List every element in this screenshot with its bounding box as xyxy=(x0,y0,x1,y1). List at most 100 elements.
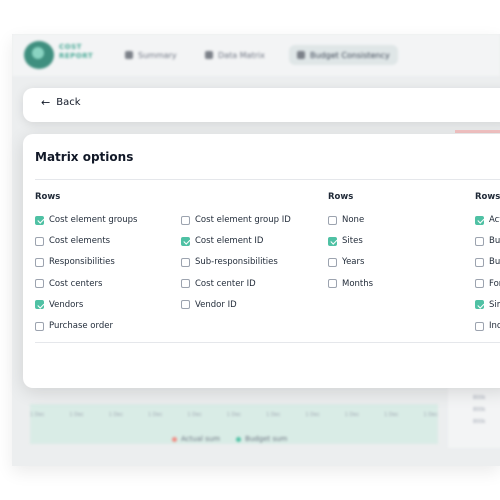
option-label: Bud xyxy=(489,236,500,247)
legend-actual-swatch xyxy=(172,436,177,442)
x-tick: 1 Dec xyxy=(187,412,202,418)
legend-actual-label: Actual sum xyxy=(181,435,221,443)
checkbox-inc[interactable] xyxy=(475,321,484,331)
logo-text: COST REPORT xyxy=(59,43,93,61)
option-label: Vendors xyxy=(49,299,84,310)
legend-budget-label: Budget sum xyxy=(245,435,288,443)
background-side-ticks: 800k 800k 800k xyxy=(473,392,485,428)
option-label: Responsibilities xyxy=(49,257,115,268)
option-cost-elements[interactable]: Cost elements xyxy=(35,236,110,246)
option-sub-responsibilities[interactable]: Sub-responsibilities xyxy=(181,257,278,267)
x-tick: 1 Dec xyxy=(108,412,124,418)
title-divider xyxy=(35,179,500,180)
status-strip xyxy=(455,130,500,133)
column-heading-1: Rows xyxy=(35,192,61,202)
option-label: Cost elements xyxy=(49,236,111,247)
checkbox-vendors[interactable] xyxy=(35,300,44,310)
option-label: Years xyxy=(342,257,365,268)
option-years[interactable]: Years xyxy=(328,257,364,267)
option-cost-centers[interactable]: Cost centers xyxy=(35,279,102,289)
option-sites[interactable]: Sites xyxy=(328,236,363,246)
nav-budget-consistency-label: Budget Consistency xyxy=(310,50,390,60)
summary-icon xyxy=(125,51,133,59)
option-purchase-order[interactable]: Purchase order xyxy=(35,321,113,331)
checkbox-cost-element-id[interactable] xyxy=(181,236,190,246)
background-x-axis: 1 Dec 1 Dec 1 Dec 1 Dec 1 Dec 1 Dec 1 Dec 1 Dec… xyxy=(30,412,438,418)
back-button[interactable]: ← Back xyxy=(41,97,81,108)
checkbox-bud[interactable] xyxy=(475,257,484,267)
nav-summary[interactable]: Summary xyxy=(125,45,177,65)
option-vendors[interactable]: Vendors xyxy=(35,300,83,310)
option-sim[interactable]: Sim xyxy=(475,300,500,310)
checkbox-bud[interactable] xyxy=(475,236,484,246)
table-icon xyxy=(205,51,213,59)
x-tick: 1 Dec xyxy=(423,412,438,418)
option-cost-element-groups[interactable]: Cost element groups xyxy=(35,215,137,225)
side-tick: 800k xyxy=(473,407,486,413)
matrix-options-panel: Matrix options Rows Cost element groups Co… xyxy=(23,134,500,388)
nav-budget-consistency[interactable]: Budget Consistency xyxy=(289,45,398,65)
nav-data-matrix-label: Data Matrix xyxy=(218,50,265,60)
nav-data-matrix[interactable]: Data Matrix xyxy=(205,45,265,65)
checkbox-purchase-order[interactable] xyxy=(35,321,44,331)
option-label: Cost centers xyxy=(49,278,103,289)
checkbox-cost-element-group-id[interactable] xyxy=(181,215,190,225)
option-for[interactable]: For xyxy=(475,279,500,289)
option-responsibilities[interactable]: Responsibilities xyxy=(35,257,115,267)
option-cost-element-group-id[interactable]: Cost element group ID xyxy=(181,215,291,225)
checkbox-cost-center-id[interactable] xyxy=(181,279,190,289)
option-none[interactable]: None xyxy=(328,215,364,225)
side-tick: 800k xyxy=(473,419,486,425)
checkbox-years[interactable] xyxy=(328,257,337,267)
top-navigation: COST REPORT Summary Data Matrix Budget C… xyxy=(12,34,500,76)
checkbox-months[interactable] xyxy=(328,279,337,289)
checkbox-for[interactable] xyxy=(475,279,484,289)
x-tick: 1 Dec xyxy=(69,412,84,418)
checkbox-cost-elements[interactable] xyxy=(35,236,44,246)
checkbox-sub-responsibilities[interactable] xyxy=(181,257,190,267)
option-bud[interactable]: Bud xyxy=(475,257,500,267)
option-label: Act xyxy=(489,215,500,225)
option-label: Cost center ID xyxy=(195,278,256,289)
x-tick: 1 Dec xyxy=(148,412,163,418)
option-cost-element-id[interactable]: Cost element ID xyxy=(181,236,263,246)
option-vendor-id[interactable]: Vendor ID xyxy=(181,300,237,310)
option-bud[interactable]: Bud xyxy=(475,236,500,246)
option-act[interactable]: Act xyxy=(475,215,500,225)
option-label: Purchase order xyxy=(49,321,113,331)
checkbox-sim[interactable] xyxy=(475,300,484,310)
x-tick: 1 Dec xyxy=(226,412,242,418)
option-label: For xyxy=(489,278,500,289)
bottom-divider xyxy=(35,342,500,343)
panel-title: Matrix options xyxy=(35,150,134,164)
option-label: Cost element group ID xyxy=(195,215,291,225)
option-label: None xyxy=(342,215,365,225)
back-label: Back xyxy=(56,97,81,108)
checkbox-act[interactable] xyxy=(475,215,484,225)
legend-budget: Budget sum xyxy=(236,435,287,443)
logo-icon xyxy=(24,41,54,69)
checkbox-sites[interactable] xyxy=(328,236,337,246)
logo-text-line-1: COST xyxy=(59,43,82,51)
option-label: Sim xyxy=(489,299,500,310)
grid-icon xyxy=(297,51,305,59)
x-tick: 1 Dec xyxy=(344,412,360,418)
checkbox-none[interactable] xyxy=(328,215,337,225)
option-inc[interactable]: Inc xyxy=(475,321,500,331)
column-heading-4: Rows xyxy=(475,192,500,202)
arrow-left-icon: ← xyxy=(41,96,51,109)
x-tick: 1 Dec xyxy=(266,412,281,418)
option-label: Bud xyxy=(489,257,500,268)
side-tick: 800k xyxy=(473,395,486,401)
legend-budget-swatch xyxy=(236,436,242,442)
checkbox-vendor-id[interactable] xyxy=(181,300,190,310)
checkbox-cost-centers[interactable] xyxy=(35,279,44,289)
checkbox-cost-element-groups[interactable] xyxy=(35,215,44,225)
option-label: Sites xyxy=(342,236,363,247)
option-label: Sub-responsibilities xyxy=(195,257,278,268)
option-cost-center-id[interactable]: Cost center ID xyxy=(181,279,256,289)
option-months[interactable]: Months xyxy=(328,279,373,289)
legend-actual: Actual sum xyxy=(172,435,220,443)
column-heading-3: Rows xyxy=(328,192,354,202)
checkbox-responsibilities[interactable] xyxy=(35,257,44,267)
